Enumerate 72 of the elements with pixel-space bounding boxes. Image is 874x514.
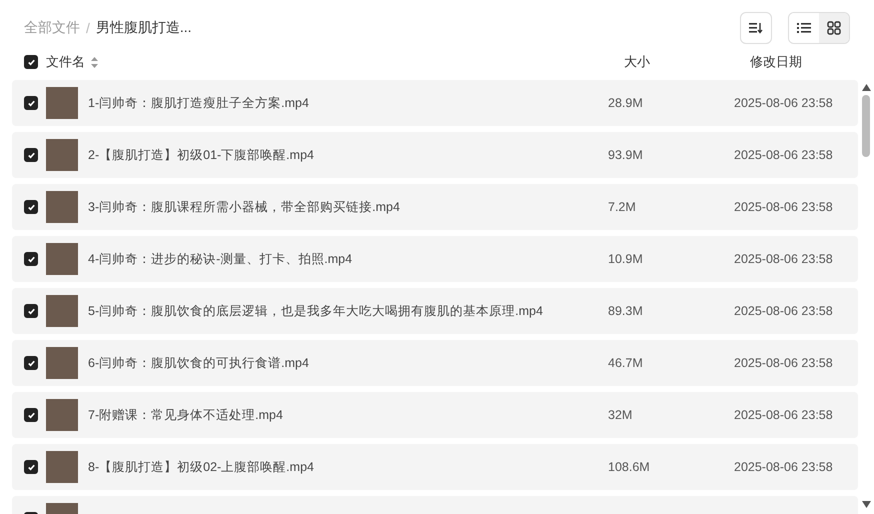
scroll-down-icon[interactable] <box>862 501 870 508</box>
video-thumbnail <box>46 295 78 327</box>
video-thumbnail <box>46 87 78 119</box>
file-size: 93.9M <box>608 148 643 162</box>
file-size: 28.9M <box>608 96 643 110</box>
sort-button[interactable] <box>740 12 772 44</box>
view-button[interactable] <box>819 13 849 43</box>
check-icon <box>26 254 36 264</box>
file-size: 32M <box>608 408 632 422</box>
file-row[interactable]: 6-闫帅奇：腹肌饮食的可执行食谱.mp4 46.7M 2025-08-06 23:58 <box>12 340 858 386</box>
file-row[interactable]: 8-【腹肌打造】初级02-上腹部唤醒.mp4 108.6M 2025-08-06 23:58 <box>12 444 858 490</box>
check-icon <box>26 358 36 368</box>
sort-arrows-icon[interactable] <box>91 56 98 68</box>
file-name: 6-闫帅奇：腹肌饮食的可执行食谱.mp4 <box>88 354 310 372</box>
check-icon <box>26 98 36 108</box>
file-size: 46.7M <box>608 356 643 370</box>
checkbox[interactable] <box>24 356 38 370</box>
scrollbar-thumb[interactable] <box>862 95 870 157</box>
column-header[interactable]: 文件名 <box>46 53 85 71</box>
video-thumbnail <box>46 451 78 483</box>
breadcrumb-item[interactable]: 男性腹肌打造... <box>96 19 192 37</box>
file-size: 10.9M <box>608 252 643 266</box>
checkbox[interactable] <box>24 408 38 422</box>
video-thumbnail <box>46 243 78 275</box>
modified-date: 2025-08-06 23:58 <box>734 460 833 474</box>
file-name: 1-闫帅奇：腹肌打造瘦肚子全方案.mp4 <box>88 94 310 112</box>
file-name: 3-闫帅奇：腹肌课程所需小器械，带全部购买链接.mp4 <box>88 198 401 216</box>
file-name: 8-【腹肌打造】初级02-上腹部唤醒.mp4 <box>88 458 315 476</box>
file-row[interactable]: 7-附赠课：常见身体不适处理.mp4 32M 2025-08-06 23:58 <box>12 392 858 438</box>
modified-date: 2025-08-06 23:58 <box>734 148 833 162</box>
file-row[interactable]: 3-闫帅奇：腹肌课程所需小器械，带全部购买链接.mp4 7.2M 2025-08-06 23:58 <box>12 184 858 230</box>
video-thumbnail <box>46 347 78 379</box>
file-row[interactable]: 4-闫帅奇：进步的秘诀-测量、打卡、拍照.mp4 10.9M 2025-08-06 23:58 <box>12 236 858 282</box>
file-name: 2-【腹肌打造】初级01-下腹部唤醒.mp4 <box>88 146 315 164</box>
file-row[interactable]: 5-闫帅奇：腹肌饮食的底层逻辑，也是我多年大吃大喝拥有腹肌的基本原理.mp4 89.3M 2025-08-06 23:58 <box>12 288 858 334</box>
column-header[interactable]: 修改日期 <box>750 54 802 69</box>
checkbox[interactable] <box>24 252 38 266</box>
file-name: 7-附赠课：常见身体不适处理.mp4 <box>88 406 284 424</box>
list-icon <box>797 22 811 34</box>
file-name: 5-闫帅奇：腹肌饮食的底层逻辑，也是我多年大吃大喝拥有腹肌的基本原理.mp4 <box>88 302 544 320</box>
checkbox[interactable] <box>24 200 38 214</box>
video-thumbnail <box>46 139 78 171</box>
grid-icon <box>827 21 841 35</box>
sort-icon <box>749 22 763 34</box>
scroll-up-icon[interactable] <box>862 84 870 91</box>
checkbox[interactable] <box>24 304 38 318</box>
file-size: 89.3M <box>608 304 643 318</box>
file-row[interactable]: 2-【腹肌打造】初级01-下腹部唤醒.mp4 93.9M 2025-08-06 23:58 <box>12 132 858 178</box>
check-icon <box>26 150 36 160</box>
checkbox[interactable] <box>24 148 38 162</box>
modified-date: 2025-08-06 23:58 <box>734 252 833 266</box>
file-name: 4-闫帅奇：进步的秘诀-测量、打卡、拍照.mp4 <box>88 250 354 268</box>
breadcrumb-separator: / <box>86 20 90 36</box>
check-icon <box>26 202 36 212</box>
modified-date: 2025-08-06 23:58 <box>734 356 833 370</box>
modified-date: 2025-08-06 23:58 <box>734 96 833 110</box>
file-size: 7.2M <box>608 200 636 214</box>
checkbox[interactable] <box>24 55 38 69</box>
file-size: 108.6M <box>608 460 650 474</box>
file-row[interactable]: 1-闫帅奇：腹肌打造瘦肚子全方案.mp4 28.9M 2025-08-06 23:58 <box>12 80 858 126</box>
checkbox[interactable] <box>24 96 38 110</box>
modified-date: 2025-08-06 23:58 <box>734 304 833 318</box>
video-thumbnail <box>46 191 78 223</box>
check-icon <box>26 410 36 420</box>
column-header[interactable]: 大小 <box>624 54 650 69</box>
checkbox[interactable] <box>24 460 38 474</box>
check-icon <box>26 306 36 316</box>
check-icon <box>26 58 36 66</box>
modified-date: 2025-08-06 23:58 <box>734 200 833 214</box>
check-icon <box>26 462 36 472</box>
modified-date: 2025-08-06 23:58 <box>734 408 833 422</box>
video-thumbnail <box>46 399 78 431</box>
